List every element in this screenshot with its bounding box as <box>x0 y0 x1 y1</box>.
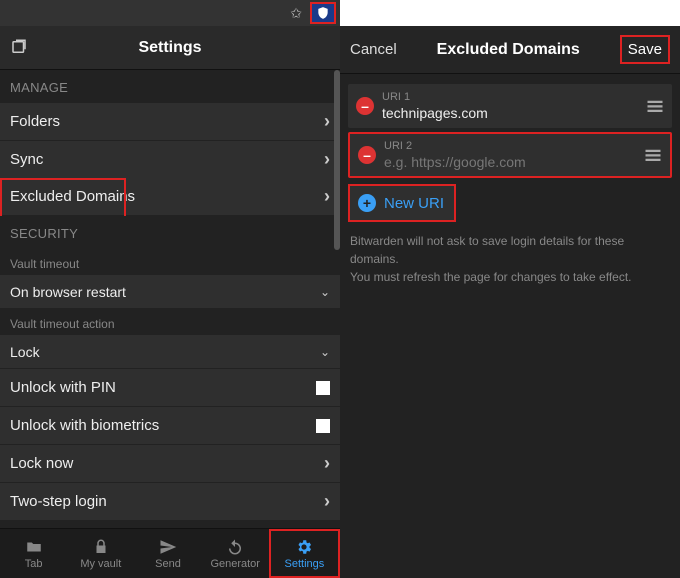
refresh-icon <box>225 538 245 556</box>
row-sync[interactable]: Sync › <box>0 141 340 179</box>
settings-panel: ✩ Settings MANAGE Folders › Sync › <box>0 0 340 578</box>
tab-settings[interactable]: Settings <box>269 529 340 578</box>
popout-icon[interactable] <box>10 38 30 58</box>
row-unlock-pin[interactable]: Unlock with PIN <box>0 369 340 407</box>
gear-icon <box>294 538 314 556</box>
chevron-down-icon: ⌄ <box>320 285 330 299</box>
row-label: Two-step login <box>10 493 324 510</box>
new-uri-label: New URI <box>384 195 444 212</box>
tab-tab[interactable]: Tab <box>0 529 67 578</box>
uri-input-2[interactable]: URI 2 e.g. https://google.com <box>384 140 636 170</box>
uri-row-2: – URI 2 e.g. https://google.com <box>348 132 672 178</box>
tab-label: Tab <box>25 558 43 570</box>
tab-label: Send <box>155 558 181 570</box>
row-label: Folders <box>10 113 324 130</box>
vault-timeout-select[interactable]: On browser restart ⌄ <box>0 275 340 309</box>
hint-text: Bitwarden will not ask to save login det… <box>340 222 680 296</box>
page-title: Settings <box>30 39 310 57</box>
row-two-step[interactable]: Two-step login › <box>0 483 340 521</box>
vault-timeout-action-label: Vault timeout action <box>0 309 340 335</box>
remove-icon[interactable]: – <box>358 146 376 164</box>
uri-label: URI 2 <box>384 140 636 152</box>
checkbox[interactable] <box>316 419 330 433</box>
row-unlock-bio[interactable]: Unlock with biometrics <box>0 407 340 445</box>
send-icon <box>158 538 178 556</box>
tab-generator[interactable]: Generator <box>202 529 269 578</box>
tab-vault[interactable]: My vault <box>67 529 134 578</box>
select-value: Lock <box>10 344 40 360</box>
uri-row-1: – URI 1 technipages.com <box>348 84 672 128</box>
vault-timeout-action-select[interactable]: Lock ⌄ <box>0 335 340 369</box>
section-security: SECURITY <box>0 216 340 249</box>
chevron-right-icon: › <box>324 111 330 132</box>
vault-timeout-label: Vault timeout <box>0 249 340 275</box>
extension-icon[interactable] <box>310 2 336 24</box>
remove-icon[interactable]: – <box>356 97 374 115</box>
new-uri-button[interactable]: + New URI <box>348 184 456 222</box>
bottom-tabbar: Tab My vault Send Generator Settings <box>0 528 340 578</box>
chevron-right-icon: › <box>324 149 330 170</box>
hint-line-2: You must refresh the page for changes to… <box>350 270 632 284</box>
section-manage: MANAGE <box>0 70 340 103</box>
save-button[interactable]: Save <box>620 35 670 64</box>
browser-toolbar: ✩ <box>0 0 340 26</box>
tab-label: Generator <box>210 558 260 570</box>
settings-scroll: MANAGE Folders › Sync › Excluded Domains… <box>0 70 340 528</box>
spacer <box>340 0 680 26</box>
row-lock-now[interactable]: Lock now › <box>0 445 340 483</box>
lock-icon <box>91 538 111 556</box>
chevron-right-icon: › <box>324 186 330 207</box>
row-label: Unlock with PIN <box>10 379 316 396</box>
uri-input-1[interactable]: URI 1 technipages.com <box>382 91 638 121</box>
row-label: Unlock with biometrics <box>10 417 316 434</box>
plus-icon: + <box>358 194 376 212</box>
section-account: ACCOUNT <box>0 521 340 528</box>
tab-send[interactable]: Send <box>134 529 201 578</box>
checkbox[interactable] <box>316 381 330 395</box>
row-label: Sync <box>10 151 324 168</box>
cancel-button[interactable]: Cancel <box>350 41 397 58</box>
select-value: On browser restart <box>10 284 126 300</box>
tab-label: My vault <box>80 558 121 570</box>
row-label: Lock now <box>10 455 324 472</box>
chevron-right-icon: › <box>324 453 330 474</box>
title-bar: Settings <box>0 26 340 70</box>
row-folders[interactable]: Folders › <box>0 103 340 141</box>
shield-icon <box>316 6 330 20</box>
chevron-down-icon: ⌄ <box>320 345 330 359</box>
folder-icon <box>24 538 44 556</box>
right-header: Cancel Excluded Domains Save <box>340 26 680 74</box>
chevron-right-icon: › <box>324 491 330 512</box>
options-icon[interactable] <box>646 99 664 113</box>
uri-value: technipages.com <box>382 105 638 121</box>
hint-line-1: Bitwarden will not ask to save login det… <box>350 234 624 266</box>
excluded-domains-panel: Cancel Excluded Domains Save – URI 1 tec… <box>340 0 680 578</box>
uri-placeholder: e.g. https://google.com <box>384 154 636 170</box>
favorite-icon[interactable]: ✩ <box>290 5 302 22</box>
row-excluded-domains-highlight <box>0 178 126 216</box>
tab-label: Settings <box>285 558 325 570</box>
options-icon[interactable] <box>644 148 662 162</box>
uri-label: URI 1 <box>382 91 638 103</box>
page-title: Excluded Domains <box>397 41 620 59</box>
